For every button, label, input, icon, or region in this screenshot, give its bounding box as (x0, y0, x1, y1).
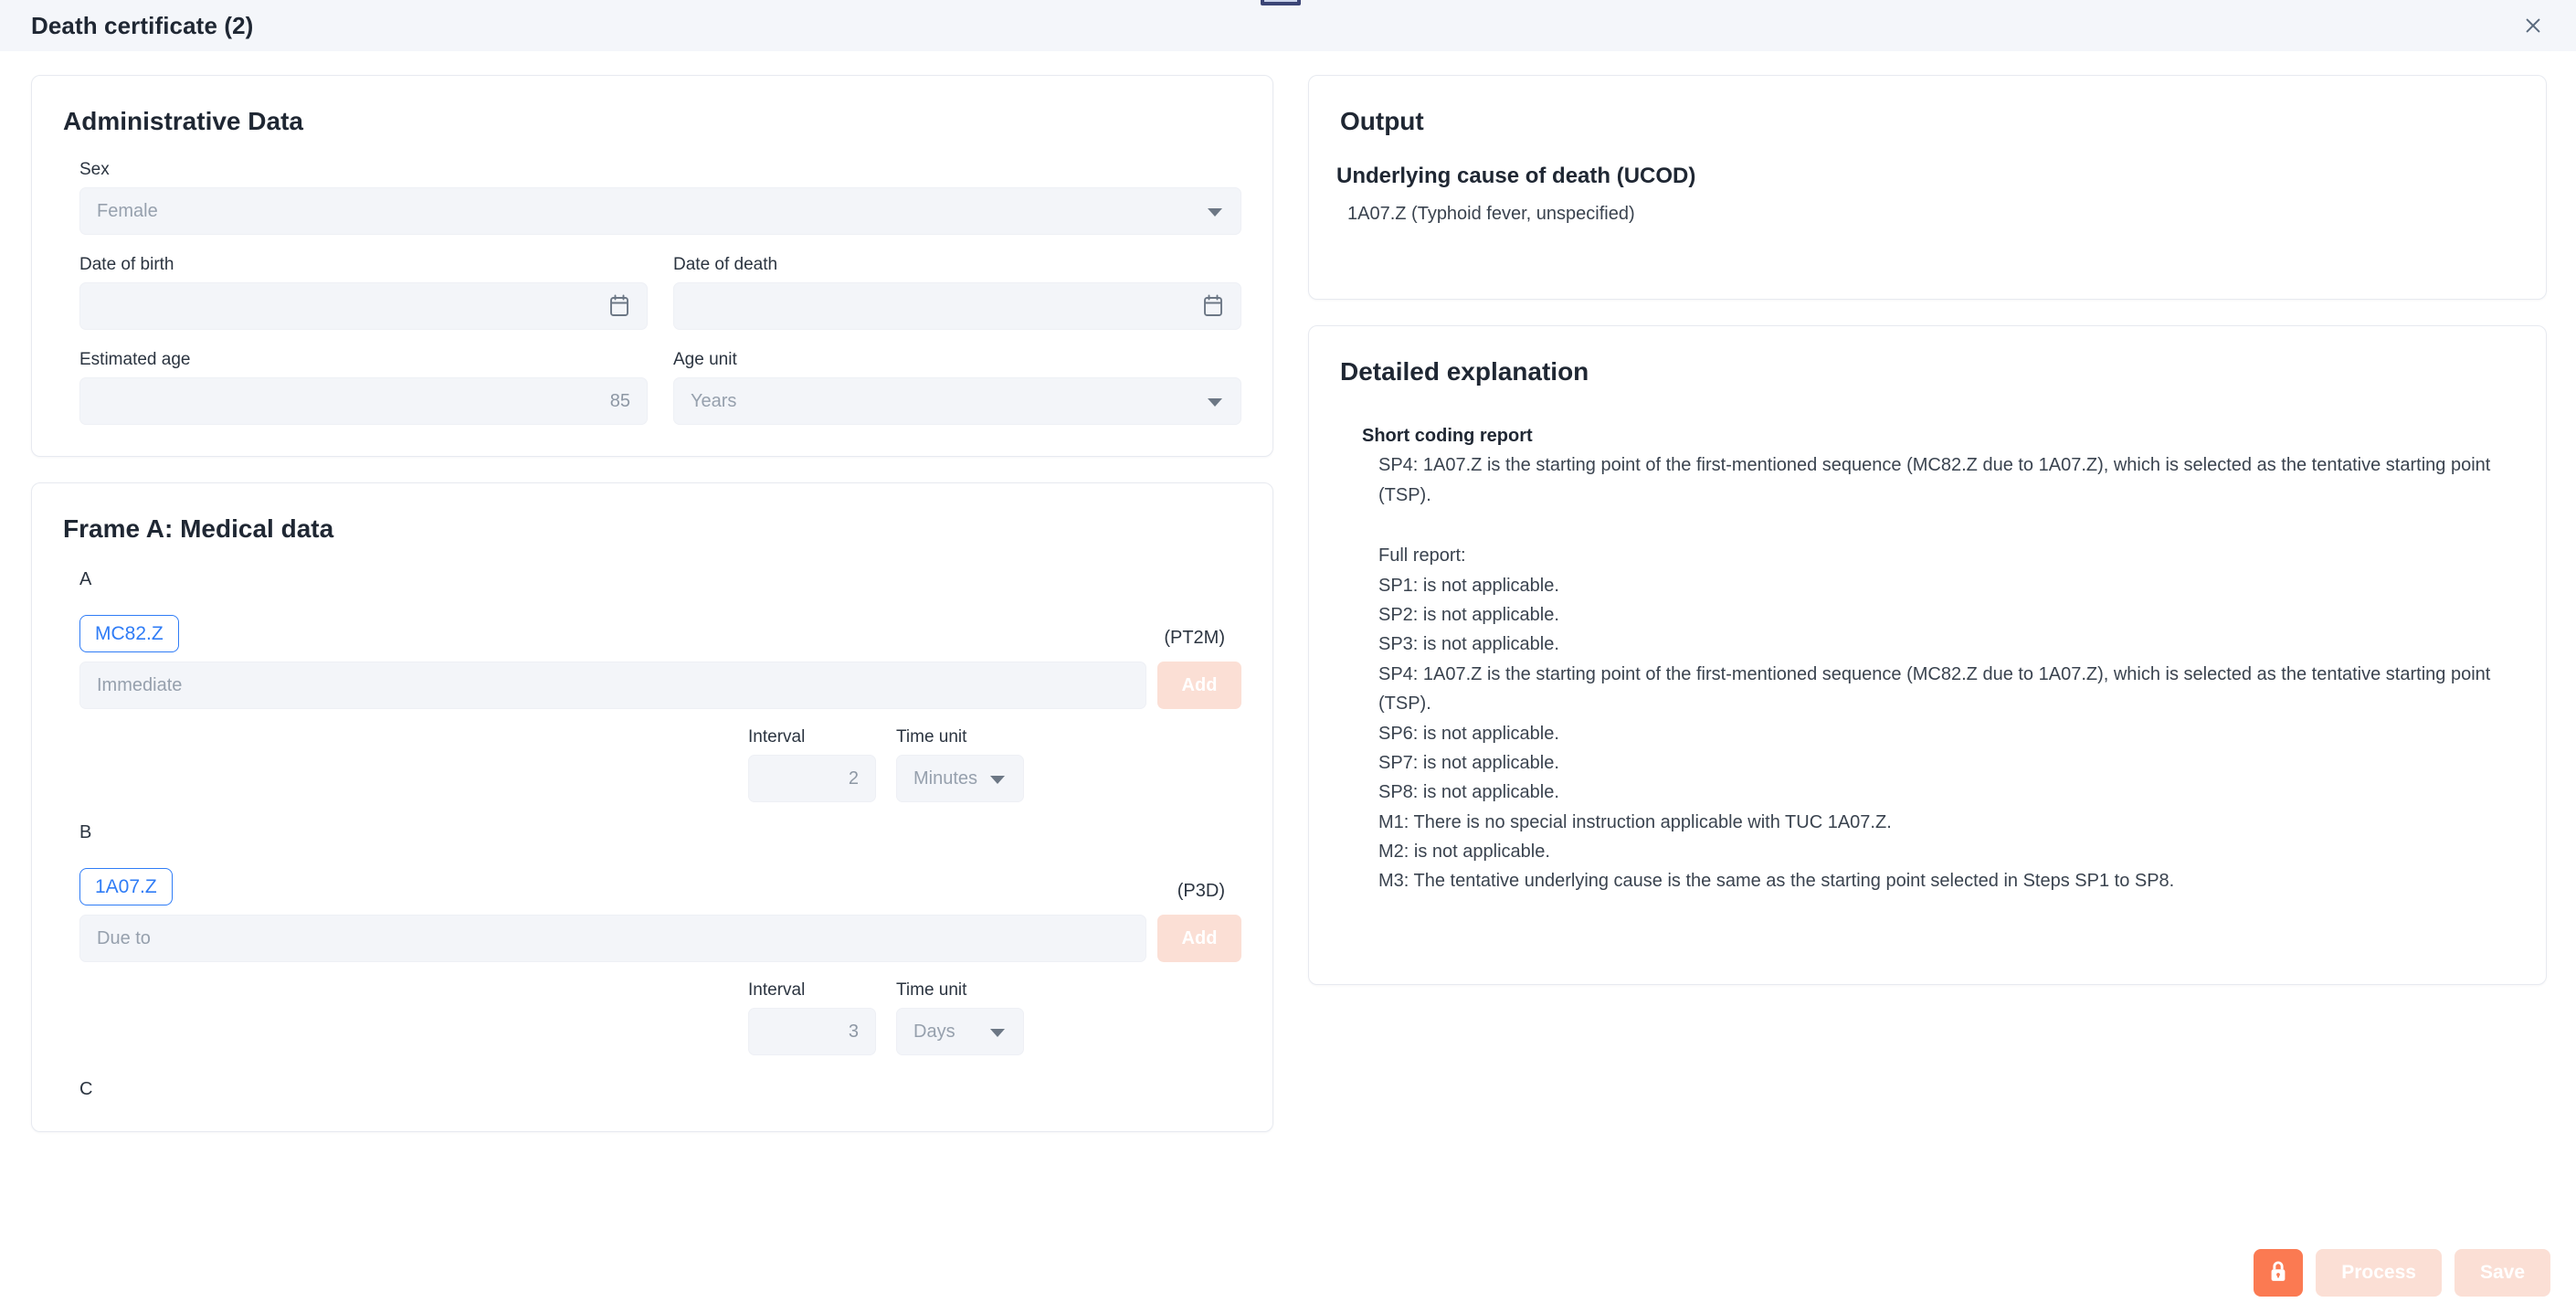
process-button[interactable]: Process (2316, 1249, 2442, 1297)
sex-group: Sex Female (63, 160, 1241, 235)
window-titlebar: Death certificate (2) (0, 0, 2576, 51)
bottom-action-bar: Process Save (2254, 1249, 2550, 1297)
full-report-line: M3: The tentative underlying cause is th… (1378, 871, 2175, 892)
right-column: Output Underlying cause of death (UCOD) … (1308, 75, 2547, 1313)
frame-a-title: Frame A: Medical data (63, 514, 334, 543)
chip-row-b: 1A07.Z (P3D) (63, 863, 1241, 905)
administrative-data-title: Administrative Data (63, 107, 303, 135)
interval-group-b: Interval 3 (748, 980, 876, 1055)
time-unit-group-a: Time unit Minutes (896, 727, 1024, 802)
calendar-icon[interactable] (1202, 294, 1224, 318)
calendar-icon[interactable] (608, 294, 630, 318)
full-report-line: SP1: is not applicable. (1378, 575, 1559, 596)
lock-icon (2267, 1260, 2289, 1287)
close-icon[interactable] (2516, 8, 2550, 43)
full-report-heading: Full report: (1378, 545, 1466, 566)
interval-input-a[interactable]: 2 (748, 755, 876, 802)
interval-input-b[interactable]: 3 (748, 1008, 876, 1055)
cause-placeholder-b: Due to (97, 927, 151, 948)
duration-tag-b: (P3D) (1177, 881, 1225, 901)
date-of-birth-input[interactable] (79, 282, 648, 330)
cause-input-b[interactable]: Due to (79, 915, 1146, 962)
short-report-heading: Short coding report (1362, 426, 1533, 446)
interval-value-b: 3 (848, 1021, 859, 1042)
date-of-death-group: Date of death (673, 255, 1241, 330)
interval-value-a: 2 (848, 768, 859, 789)
interval-label-a: Interval (748, 727, 806, 747)
estimated-age-input[interactable]: 85 (79, 377, 648, 425)
short-report-line: SP4: 1A07.Z is the starting point of the… (1378, 455, 2491, 505)
full-report-line: SP8: is not applicable. (1378, 782, 1559, 803)
full-report-line: SP2: is not applicable. (1378, 604, 1559, 625)
age-unit-group: Age unit Years (673, 350, 1241, 425)
age-unit-label: Age unit (673, 350, 737, 369)
left-column: Administrative Data Sex Female Date of b… (31, 75, 1273, 1313)
cause-letter-a: A (79, 569, 92, 589)
cause-row-b: B 1A07.Z (P3D) Due to Add Interval 3 Tim… (63, 822, 1241, 1055)
code-chip-b[interactable]: 1A07.Z (79, 868, 173, 905)
dates-row: Date of birth Date of death (63, 255, 1241, 330)
duration-tag-a: (PT2M) (1164, 628, 1225, 648)
date-of-death-input[interactable] (673, 282, 1241, 330)
full-report-line: SP4: 1A07.Z is the starting point of the… (1378, 663, 2491, 715)
full-report-line: SP7: is not applicable. (1378, 752, 1559, 773)
ucod-heading: Underlying cause of death (UCOD) (1336, 164, 1696, 188)
time-unit-label-a: Time unit (896, 727, 967, 747)
estimated-age-label: Estimated age (79, 350, 191, 369)
age-row: Estimated age 85 Age unit Years (63, 350, 1241, 425)
full-report-line: M2: is not applicable. (1378, 842, 1550, 863)
add-button-a[interactable]: Add (1157, 662, 1241, 709)
add-button-b[interactable]: Add (1157, 915, 1241, 962)
age-unit-value: Years (691, 390, 737, 411)
save-button[interactable]: Save (2454, 1249, 2550, 1297)
administrative-data-card: Administrative Data Sex Female Date of b… (31, 75, 1273, 457)
time-unit-value-a: Minutes (913, 768, 978, 789)
explanation-card: Detailed explanation Short coding report… (1308, 325, 2547, 985)
report-spacer (1362, 510, 2509, 541)
page-title: Death certificate (2) (31, 11, 254, 39)
full-report-line: SP6: is not applicable. (1378, 723, 1559, 744)
explanation-body: Short coding report SP4: 1A07.Z is the s… (1309, 386, 2546, 933)
time-unit-select-a[interactable]: Minutes (896, 755, 1024, 802)
code-chip-a[interactable]: MC82.Z (79, 615, 179, 652)
sex-label: Sex (79, 160, 110, 179)
time-unit-value-b: Days (913, 1021, 955, 1042)
cause-row-a: A MC82.Z (PT2M) Immediate Add Interval 2… (63, 569, 1241, 802)
cause-letter-b: B (79, 822, 92, 842)
ucod-value: 1A07.Z (Typhoid fever, unspecified) (1347, 204, 1635, 224)
full-report-line: M1: There is no special instruction appl… (1378, 811, 1892, 832)
time-unit-select-b[interactable]: Days (896, 1008, 1024, 1055)
interval-row-b: Interval 3 Time unit Days (63, 980, 1241, 1055)
tab-indicator-stub[interactable] (1261, 0, 1301, 5)
cause-input-row-a: Immediate Add (63, 662, 1241, 709)
cause-input-a[interactable]: Immediate (79, 662, 1146, 709)
date-of-birth-group: Date of birth (63, 255, 648, 330)
cause-input-row-b: Due to Add (63, 915, 1241, 962)
explanation-title: Detailed explanation (1340, 357, 1589, 386)
full-report-line: SP3: is not applicable. (1378, 634, 1559, 655)
interval-group-a: Interval 2 (748, 727, 876, 802)
output-title: Output (1340, 107, 1424, 135)
cause-letter-c: C (79, 1079, 93, 1099)
cause-placeholder-a: Immediate (97, 674, 183, 695)
time-unit-label-b: Time unit (896, 980, 967, 1000)
estimated-age-group: Estimated age 85 (63, 350, 648, 425)
estimated-age-value: 85 (609, 390, 630, 411)
frame-a-card: Frame A: Medical data A MC82.Z (PT2M) Im… (31, 482, 1273, 1132)
date-of-birth-label: Date of birth (79, 255, 174, 274)
lock-button[interactable] (2254, 1249, 2304, 1297)
chip-row-a: MC82.Z (PT2M) (63, 610, 1241, 652)
age-unit-select[interactable]: Years (673, 377, 1241, 425)
sex-value: Female (97, 200, 158, 221)
output-body: Underlying cause of death (UCOD) 1A07.Z … (1309, 164, 2546, 225)
sex-select[interactable]: Female (79, 187, 1241, 235)
page-content: Administrative Data Sex Female Date of b… (0, 51, 2576, 1313)
time-unit-group-b: Time unit Days (896, 980, 1024, 1055)
interval-label-b: Interval (748, 980, 806, 1000)
interval-row-a: Interval 2 Time unit Minutes (63, 727, 1241, 802)
output-card: Output Underlying cause of death (UCOD) … (1308, 75, 2547, 300)
date-of-death-label: Date of death (673, 255, 778, 274)
